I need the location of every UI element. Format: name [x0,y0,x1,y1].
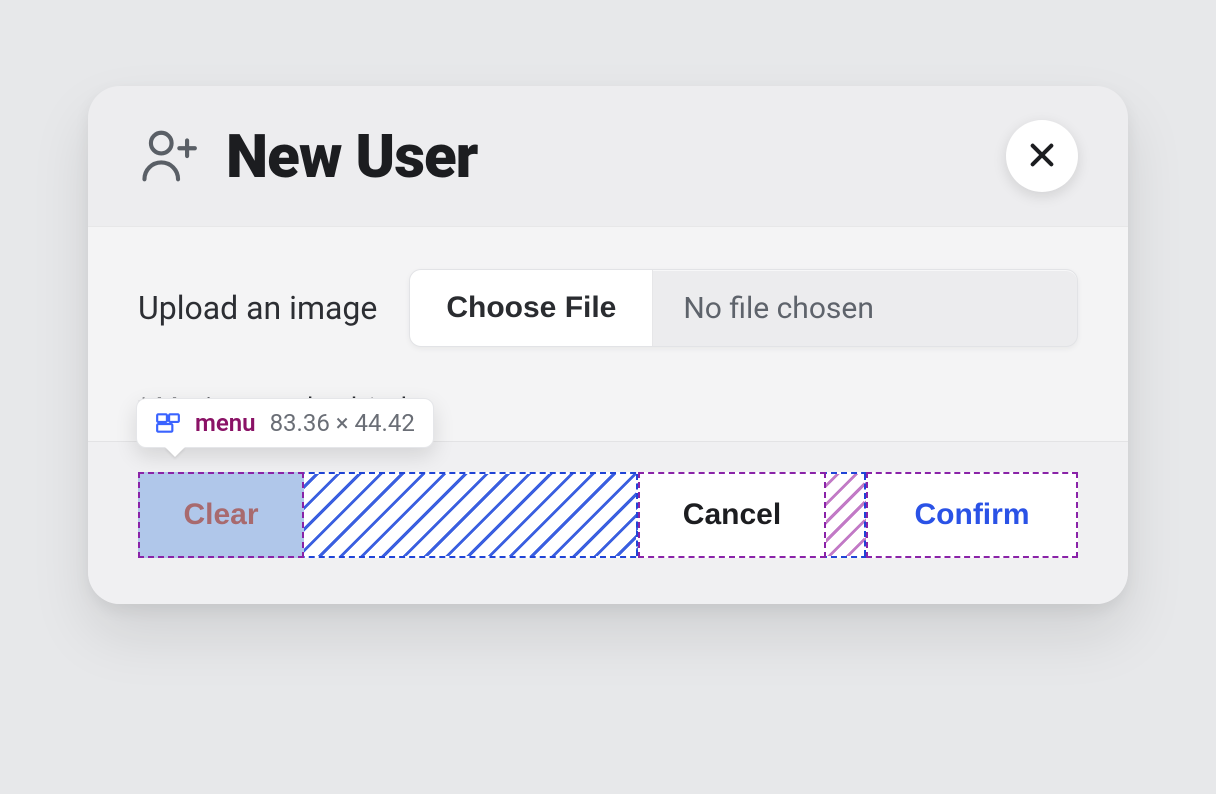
upload-label: Upload an image [138,289,377,327]
margin-overlay [826,474,866,556]
inspect-dimensions: 83.36 × 44.42 [270,409,415,437]
flex-gap-overlay [304,474,638,556]
dialog-header: New User [88,86,1128,226]
action-menu-inspected: Clear Cancel Confirm [138,472,1078,558]
cancel-button[interactable]: Cancel [638,472,826,558]
user-plus-icon [138,125,200,187]
upload-row: Upload an image Choose File No file chos… [138,269,1078,347]
flex-layout-icon [155,410,181,436]
clear-button[interactable]: Clear [138,472,304,558]
dialog-title-group: New User [138,121,477,192]
close-button[interactable] [1006,120,1078,192]
dialog-title: New User [226,121,477,192]
devtools-inspect-tooltip: menu 83.36 × 44.42 [136,398,434,448]
file-status-text: No file chosen [653,270,1077,346]
choose-file-button[interactable]: Choose File [410,270,653,346]
dialog-footer: menu 83.36 × 44.42 Clear Cancel Confirm [88,441,1128,604]
close-icon [1026,139,1058,174]
confirm-button[interactable]: Confirm [866,472,1078,558]
file-input-group: Choose File No file chosen [409,269,1078,347]
inspect-tag-name: menu [195,409,256,437]
new-user-dialog: New User Upload an image Choose File No … [88,86,1128,604]
